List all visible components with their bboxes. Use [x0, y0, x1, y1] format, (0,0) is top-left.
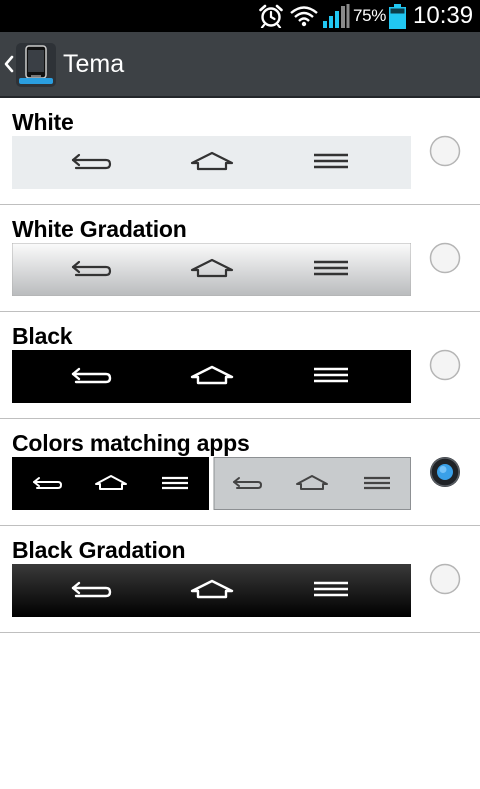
nav-bar-preview-black	[12, 350, 411, 403]
theme-option-black-gradation[interactable]: Black Gradation	[0, 526, 480, 633]
radio-button-black[interactable]	[429, 349, 461, 381]
nav-bar-preview-white-gradation	[12, 243, 411, 296]
radio-button-colors-matching-apps-selected[interactable]	[429, 456, 461, 488]
nav-bar-preview-white	[12, 136, 411, 189]
theme-option-white[interactable]: White	[0, 98, 480, 205]
nav-bar-preview-split	[12, 457, 411, 510]
phone-theme-icon	[16, 43, 56, 87]
theme-option-white-gradation[interactable]: White Gradation	[0, 205, 480, 312]
radio-button-white-gradation[interactable]	[429, 242, 461, 274]
page-title: Tema	[63, 50, 125, 78]
signal-strength-icon	[323, 4, 350, 28]
theme-label: Black Gradation	[12, 537, 186, 563]
battery-percent: 75%	[353, 6, 387, 25]
alarm-clock-icon	[259, 4, 283, 28]
theme-label: Black	[12, 323, 73, 349]
theme-label: White	[12, 109, 74, 135]
theme-label: White Gradation	[12, 216, 187, 242]
wifi-icon	[290, 6, 318, 27]
nav-bar-preview-black-gradation	[12, 564, 411, 617]
theme-option-colors-matching-apps[interactable]: Colors matching apps	[0, 419, 480, 526]
back-button[interactable]	[0, 32, 60, 96]
theme-option-black[interactable]: Black	[0, 312, 480, 419]
status-bar: 75% 10:39	[0, 0, 480, 32]
radio-button-black-gradation[interactable]	[429, 563, 461, 595]
clock: 10:39	[413, 2, 474, 29]
chevron-left-icon	[4, 55, 14, 73]
theme-label: Colors matching apps	[12, 430, 250, 456]
action-bar: Tema	[0, 32, 480, 98]
theme-list: White White Gradation Black Colors match…	[0, 98, 480, 633]
battery-icon	[389, 4, 406, 29]
radio-button-white[interactable]	[429, 135, 461, 167]
